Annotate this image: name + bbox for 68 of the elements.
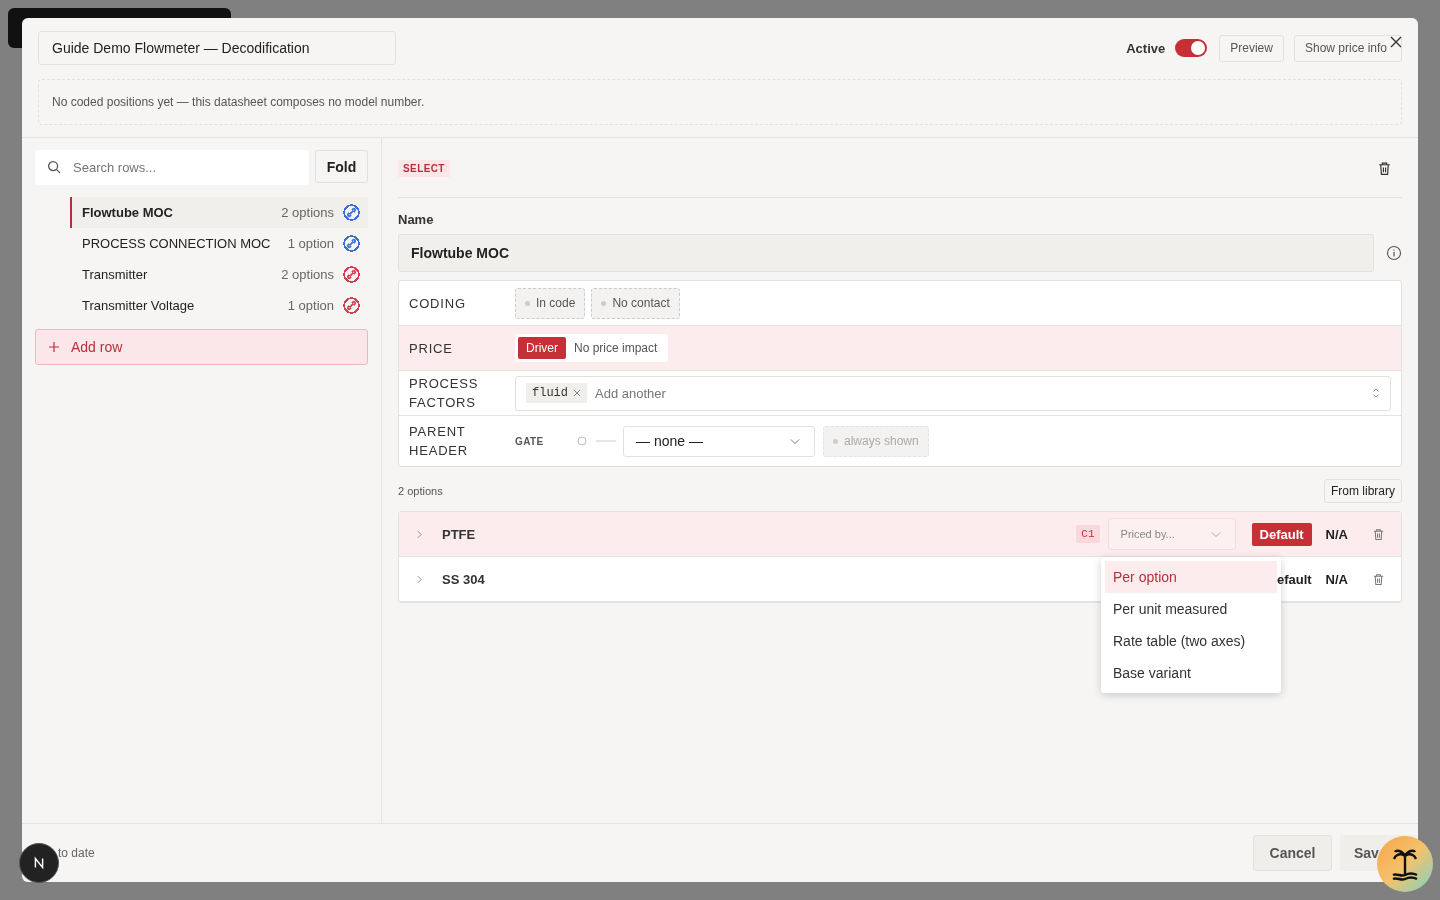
coding-chip[interactable]: In code bbox=[515, 287, 586, 319]
option-name: PTFE bbox=[442, 526, 476, 542]
name-field[interactable]: Flowtube MOC bbox=[398, 234, 1374, 272]
row-count: 1 option bbox=[287, 298, 334, 313]
fold-button[interactable]: Fold bbox=[315, 150, 368, 183]
factor-tag[interactable]: fluid bbox=[526, 383, 587, 403]
active-toggle[interactable] bbox=[1175, 39, 1208, 57]
sidebar-item[interactable]: Transmitter Voltage 1 option bbox=[70, 290, 368, 321]
parent-select[interactable]: — none — bbox=[623, 425, 815, 457]
menu-item[interactable]: Base variant bbox=[1105, 657, 1277, 689]
notice-text: No coded positions yet — this datasheet composes no model number. bbox=[38, 79, 1402, 125]
add-row-button[interactable]: Add row bbox=[35, 329, 368, 365]
type-badge: SELECT bbox=[398, 159, 450, 177]
chevron-down-icon bbox=[1210, 530, 1221, 538]
search-field[interactable]: Search rows... bbox=[35, 150, 309, 185]
row-count: 2 options bbox=[281, 205, 334, 220]
link-icon[interactable] bbox=[343, 204, 360, 221]
sidebar-item[interactable]: Flowtube MOC 2 options bbox=[70, 197, 368, 228]
menu-item[interactable]: Per option bbox=[1105, 561, 1277, 593]
gate-connector-icon bbox=[577, 435, 617, 447]
status-text: to date bbox=[58, 846, 95, 860]
row-name: Flowtube MOC bbox=[82, 205, 174, 220]
property-label: PRICE bbox=[409, 339, 454, 358]
close-icon[interactable] bbox=[1390, 36, 1402, 48]
price-option[interactable]: Driver bbox=[518, 337, 566, 359]
option-price: N/A bbox=[1325, 526, 1348, 542]
row-name: Transmitter bbox=[82, 267, 149, 282]
info-icon[interactable] bbox=[1386, 245, 1402, 261]
cancel-button[interactable]: Cancel bbox=[1253, 835, 1332, 871]
palm-tree-icon[interactable] bbox=[1377, 836, 1433, 892]
row-name: Transmitter Voltage bbox=[82, 298, 196, 313]
active-label: Active bbox=[1126, 40, 1166, 56]
row-name: PROCESS CONNECTION MOC bbox=[82, 236, 272, 251]
sidebar-item[interactable]: Transmitter 2 options bbox=[70, 259, 368, 290]
default-button[interactable]: Default bbox=[1251, 522, 1312, 546]
factors-field[interactable]: fluid Add another bbox=[515, 375, 1391, 411]
from-library-button[interactable]: From library bbox=[1324, 479, 1402, 503]
price-option[interactable]: No price impact bbox=[566, 337, 666, 359]
header-button[interactable]: Show price info bbox=[1293, 34, 1402, 62]
updown-icon bbox=[1372, 387, 1380, 399]
coding-chip[interactable]: No contact bbox=[591, 287, 680, 319]
name-label: Name bbox=[398, 212, 435, 227]
row-count: 2 options bbox=[281, 267, 334, 282]
link-icon[interactable] bbox=[343, 266, 360, 283]
option-price: N/A bbox=[1325, 571, 1348, 587]
default-button[interactable]: efault bbox=[1276, 567, 1312, 591]
search-input[interactable]: Search rows... bbox=[71, 149, 309, 186]
options-count: 2 options bbox=[398, 485, 443, 497]
delete-icon[interactable] bbox=[1377, 160, 1392, 176]
link-icon[interactable] bbox=[343, 235, 360, 252]
property-label: CODING bbox=[409, 294, 467, 313]
row-count: 1 option bbox=[287, 236, 334, 251]
sidebar-item[interactable]: PROCESS CONNECTION MOC 1 option bbox=[70, 228, 368, 259]
property-label: PARENT HEADER bbox=[409, 423, 469, 460]
option-row[interactable]: PTFE C1 Priced by... Default N/A bbox=[399, 512, 1401, 557]
menu-item[interactable]: Rate table (two axes) bbox=[1105, 625, 1277, 657]
chevron-down-icon bbox=[790, 437, 800, 445]
visibility-chip: always shown bbox=[823, 425, 929, 457]
plus-icon bbox=[49, 342, 59, 352]
link-icon[interactable] bbox=[343, 297, 360, 314]
gate-label: GATE bbox=[515, 435, 545, 447]
option-name: SS 304 bbox=[442, 571, 485, 587]
property-label: PROCESS FACTORS bbox=[409, 375, 480, 412]
search-icon bbox=[47, 160, 62, 175]
header-button[interactable]: Preview bbox=[1219, 34, 1284, 62]
title-field[interactable]: Guide Demo Flowmeter — Decodification bbox=[38, 31, 396, 65]
remove-icon[interactable] bbox=[573, 389, 581, 397]
code-badge: C1 bbox=[1076, 525, 1100, 543]
